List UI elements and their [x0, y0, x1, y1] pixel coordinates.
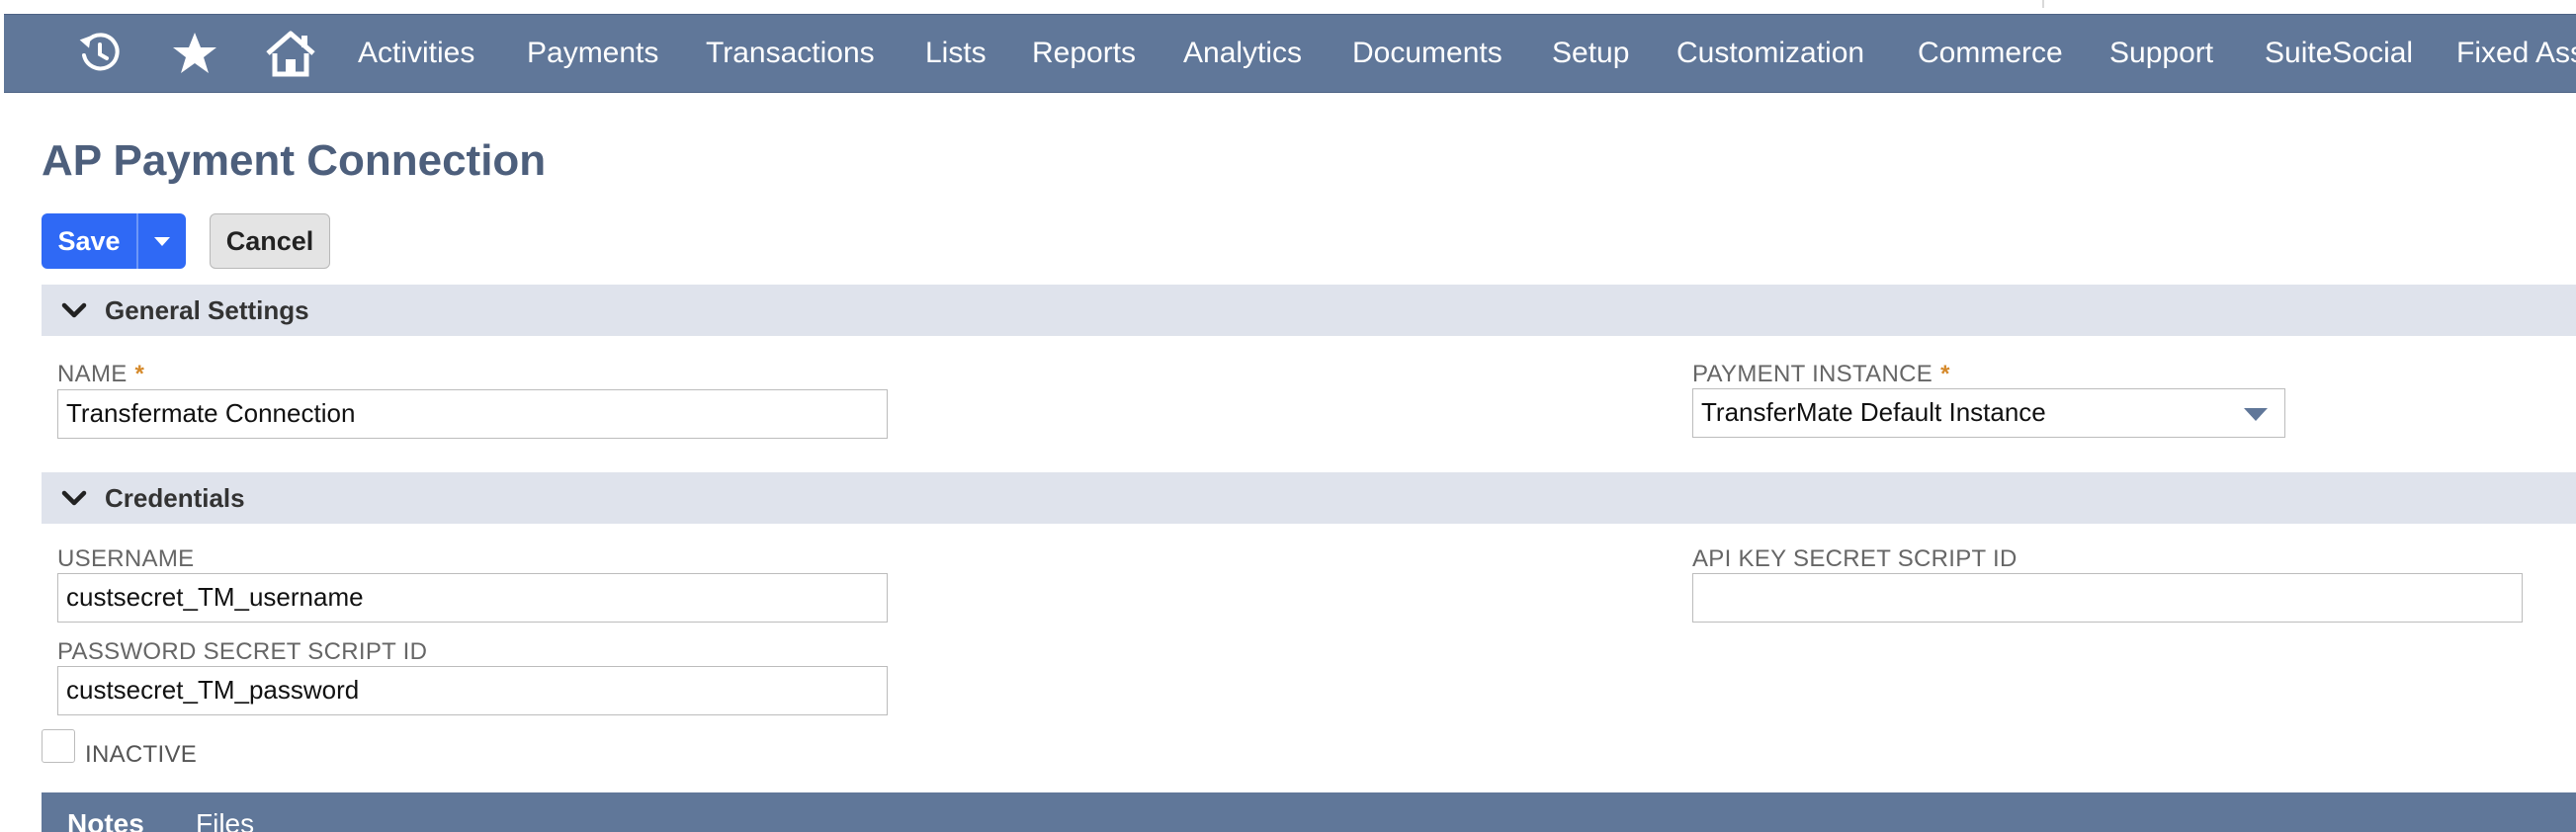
nav-suitesocial[interactable]: SuiteSocial: [2265, 15, 2413, 92]
nav-customization[interactable]: Customization: [1676, 15, 1864, 92]
main-navbar: Activities Payments Transactions Lists R…: [4, 14, 2576, 93]
recent-records-icon[interactable]: [73, 27, 127, 80]
star-icon[interactable]: [168, 27, 221, 80]
payment-instance-value: TransferMate Default Instance: [1701, 397, 2046, 427]
nav-lists[interactable]: Lists: [925, 15, 987, 92]
subtab-files[interactable]: Files: [196, 808, 254, 832]
name-input[interactable]: Transfermate Connection: [57, 389, 888, 439]
dropdown-arrow-icon: [2244, 408, 2268, 421]
name-label-text: NAME: [57, 361, 128, 387]
username-input[interactable]: custsecret_TM_username: [57, 573, 888, 623]
top-divider: [2042, 0, 2044, 8]
nav-analytics[interactable]: Analytics: [1183, 15, 1302, 92]
nav-fixed-assets[interactable]: Fixed Ass: [2456, 15, 2576, 92]
page-title: AP Payment Connection: [42, 136, 547, 185]
name-label: NAME *: [57, 361, 144, 388]
cancel-button[interactable]: Cancel: [210, 213, 330, 269]
payment-instance-label: PAYMENT INSTANCE *: [1692, 361, 1950, 388]
required-marker: *: [1940, 361, 1950, 387]
window-top-strip: [0, 0, 2576, 14]
save-button[interactable]: Save: [42, 213, 136, 269]
api-key-secret-input[interactable]: [1692, 573, 2523, 623]
save-button-group: Save: [42, 213, 186, 269]
nav-activities[interactable]: Activities: [358, 15, 474, 92]
nav-setup[interactable]: Setup: [1552, 15, 1629, 92]
home-icon[interactable]: [263, 27, 318, 80]
nav-documents[interactable]: Documents: [1352, 15, 1503, 92]
subtab-bar: Notes Files: [42, 792, 2576, 832]
payment-instance-select[interactable]: TransferMate Default Instance: [1692, 388, 2285, 438]
nav-reports[interactable]: Reports: [1032, 15, 1136, 92]
section-title: Credentials: [105, 483, 245, 513]
nav-commerce[interactable]: Commerce: [1918, 15, 2063, 92]
password-secret-label: PASSWORD SECRET SCRIPT ID: [57, 638, 428, 665]
section-title: General Settings: [105, 295, 309, 325]
subtab-notes[interactable]: Notes: [67, 808, 144, 832]
username-label: USERNAME: [57, 545, 195, 572]
payment-instance-label-text: PAYMENT INSTANCE: [1692, 361, 1933, 387]
save-options-dropdown[interactable]: [138, 213, 186, 269]
caret-down-icon: [154, 236, 170, 246]
password-secret-input[interactable]: custsecret_TM_password: [57, 666, 888, 715]
chevron-down-icon: [61, 302, 87, 318]
inactive-label: INACTIVE: [85, 741, 198, 768]
section-credentials[interactable]: Credentials: [42, 472, 2576, 524]
nav-payments[interactable]: Payments: [527, 15, 658, 92]
nav-transactions[interactable]: Transactions: [706, 15, 875, 92]
nav-support[interactable]: Support: [2109, 15, 2213, 92]
chevron-down-icon: [61, 490, 87, 506]
section-general-settings[interactable]: General Settings: [42, 285, 2576, 336]
inactive-checkbox[interactable]: [42, 729, 75, 763]
api-key-secret-label: API KEY SECRET SCRIPT ID: [1692, 545, 2018, 572]
required-marker: *: [134, 361, 145, 387]
